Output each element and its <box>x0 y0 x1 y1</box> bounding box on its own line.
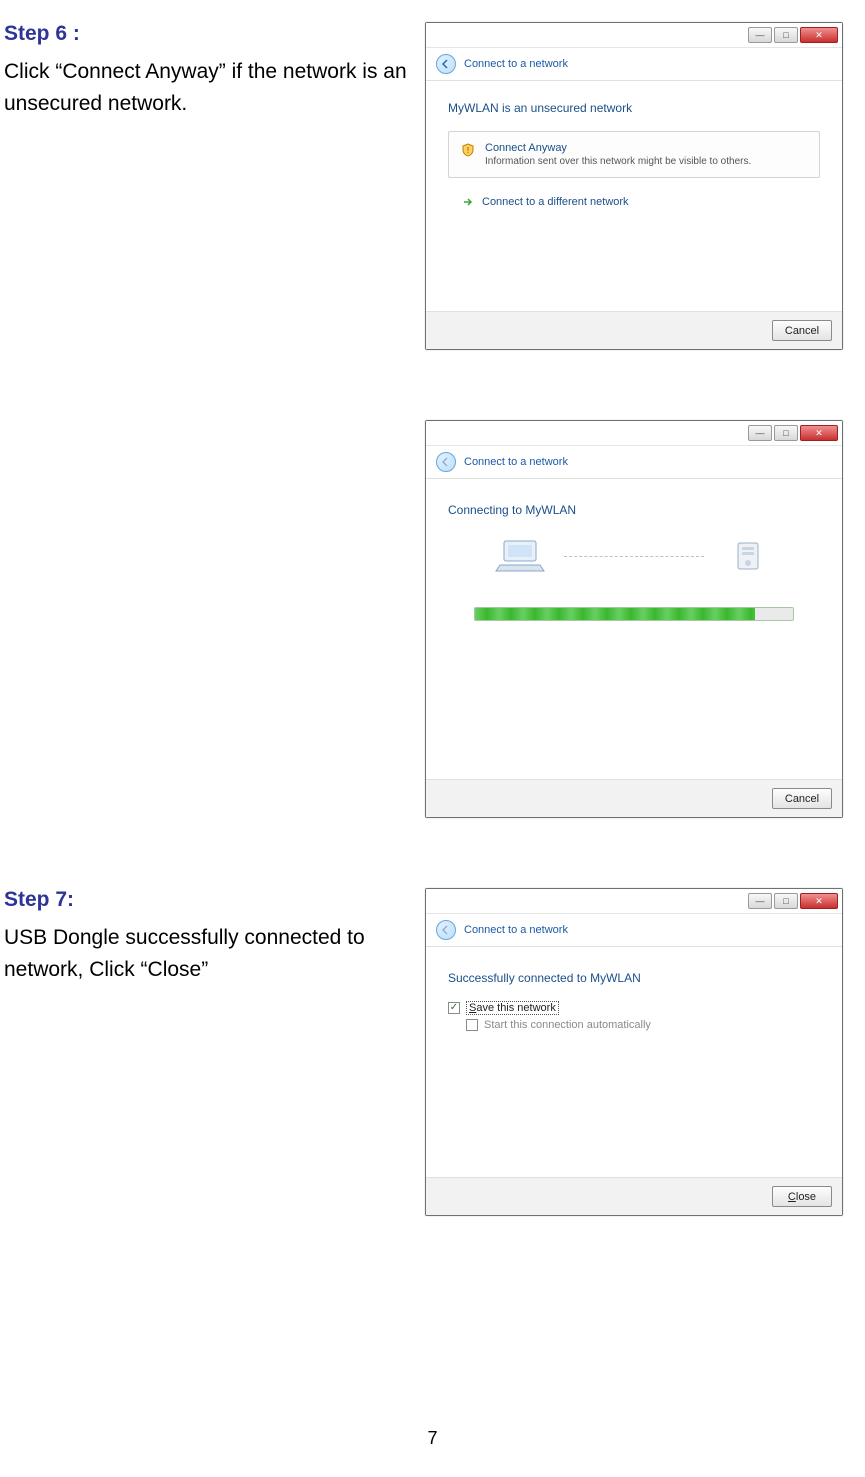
option-subtitle: Information sent over this network might… <box>485 156 751 167</box>
close-accel: C <box>788 1191 796 1203</box>
progress-bar <box>474 607 794 621</box>
cancel-button[interactable]: Cancel <box>772 320 832 341</box>
connect-different-link[interactable]: Connect to a different network <box>462 196 820 208</box>
titlebar: — □ ✕ <box>426 421 842 446</box>
titlebar: — □ ✕ <box>426 23 842 48</box>
connection-line <box>564 556 704 557</box>
back-icon[interactable] <box>436 452 456 472</box>
minimize-button[interactable]: — <box>748 893 772 909</box>
back-icon[interactable] <box>436 54 456 74</box>
subtitle-text: Connect to a network <box>464 924 568 936</box>
connection-graphic <box>448 535 820 577</box>
step7-title: Step 7: <box>4 888 425 912</box>
minimize-button[interactable]: — <box>748 27 772 43</box>
shield-icon: ! <box>461 143 475 157</box>
arrow-icon <box>462 196 474 208</box>
dialog-heading: MyWLAN is an unsecured network <box>448 101 820 115</box>
save-network-checkbox[interactable]: Save this network <box>448 1001 820 1015</box>
close-button[interactable]: Close <box>772 1186 832 1207</box>
minimize-button[interactable]: — <box>748 425 772 441</box>
maximize-button[interactable]: □ <box>774 27 798 43</box>
dialog-subtitle: Connect to a network <box>426 446 842 479</box>
checkbox-icon <box>448 1002 460 1014</box>
option-title: Connect Anyway <box>485 142 751 154</box>
step7-body: USB Dongle successfully connected to net… <box>4 922 425 986</box>
dialog-subtitle: Connect to a network <box>426 914 842 947</box>
step6-title: Step 6 : <box>4 22 425 46</box>
maximize-button[interactable]: □ <box>774 893 798 909</box>
dialog-unsecured: — □ ✕ Connect to a network MyWLAN is an … <box>425 22 843 350</box>
dialog-connecting: — □ ✕ Connect to a network Connecting to… <box>425 420 843 818</box>
dialog-success: — □ ✕ Connect to a network Successfully … <box>425 888 843 1216</box>
device-icon <box>722 535 774 577</box>
close-window-button[interactable]: ✕ <box>800 27 838 43</box>
close-window-button[interactable]: ✕ <box>800 893 838 909</box>
success-heading: Successfully connected to MyWLAN <box>448 971 820 985</box>
close-rest: lose <box>796 1191 816 1203</box>
connecting-heading: Connecting to MyWLAN <box>448 503 820 517</box>
auto-label: Start this connection automatically <box>484 1019 651 1031</box>
laptop-icon <box>494 535 546 577</box>
subtitle-text: Connect to a network <box>464 456 568 468</box>
close-window-button[interactable]: ✕ <box>800 425 838 441</box>
link-text: Connect to a different network <box>482 196 629 208</box>
checkbox-icon <box>466 1019 478 1031</box>
save-label: ave this network <box>476 1002 555 1014</box>
svg-text:!: ! <box>467 146 469 155</box>
cancel-button[interactable]: Cancel <box>772 788 832 809</box>
page-number: 7 <box>0 1428 865 1449</box>
titlebar: — □ ✕ <box>426 889 842 914</box>
dialog-subtitle: Connect to a network <box>426 48 842 81</box>
subtitle-text: Connect to a network <box>464 58 568 70</box>
connect-anyway-option[interactable]: ! Connect Anyway Information sent over t… <box>448 131 820 178</box>
maximize-button[interactable]: □ <box>774 425 798 441</box>
back-icon[interactable] <box>436 920 456 940</box>
step6-body: Click “Connect Anyway” if the network is… <box>4 56 425 120</box>
auto-start-checkbox[interactable]: Start this connection automatically <box>466 1019 820 1031</box>
